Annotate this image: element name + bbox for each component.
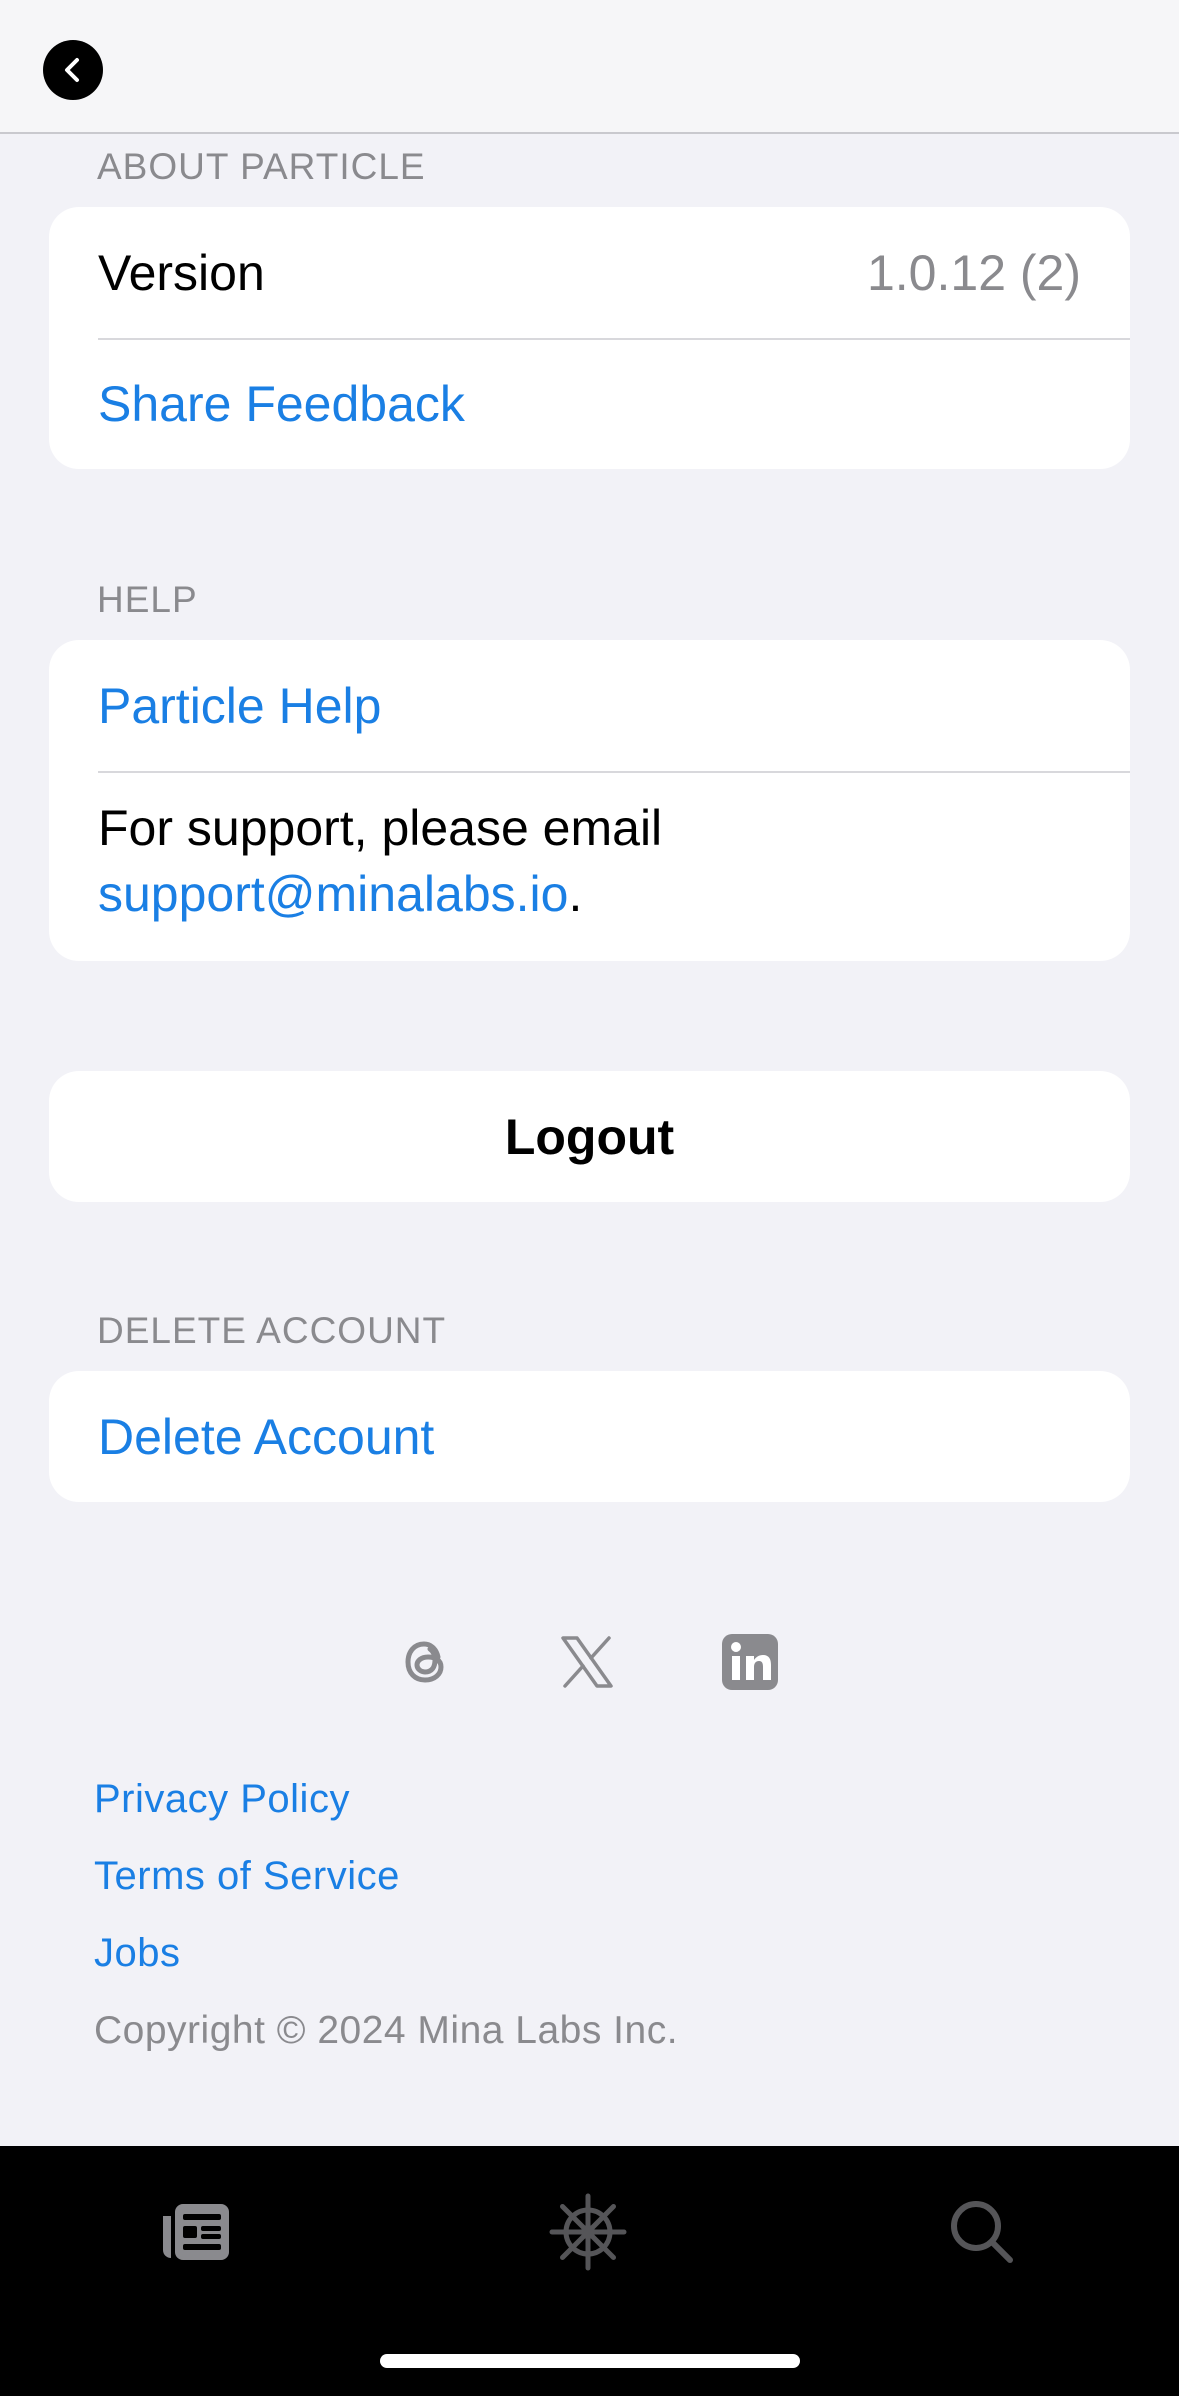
- terms-of-service-link[interactable]: Terms of Service: [94, 1854, 400, 1899]
- support-row: For support, please email support@minala…: [49, 771, 1130, 961]
- privacy-policy-link[interactable]: Privacy Policy: [94, 1777, 350, 1822]
- top-bar: [0, 0, 1179, 134]
- jobs-link[interactable]: Jobs: [94, 1931, 181, 1976]
- support-suffix: .: [568, 866, 583, 922]
- linkedin-icon[interactable]: [718, 1630, 782, 1694]
- particle-help-row[interactable]: Particle Help: [49, 640, 1130, 771]
- logout-button[interactable]: Logout: [49, 1071, 1130, 1202]
- delete-account-link[interactable]: Delete Account: [98, 1408, 434, 1466]
- logout-label: Logout: [504, 1108, 675, 1165]
- delete-card: Delete Account: [49, 1371, 1130, 1502]
- version-row: Version 1.0.12 (2): [49, 207, 1130, 338]
- back-button[interactable]: [43, 40, 103, 100]
- share-feedback-link[interactable]: Share Feedback: [98, 375, 465, 433]
- support-text: For support, please email: [98, 800, 663, 856]
- x-icon[interactable]: [555, 1630, 619, 1694]
- about-section-header: ABOUT PARTICLE: [97, 146, 426, 187]
- particle-help-link[interactable]: Particle Help: [98, 677, 381, 735]
- copyright-text: Copyright © 2024 Mina Labs Inc.: [94, 2009, 679, 2052]
- help-section-header: HELP: [97, 579, 198, 620]
- search-icon[interactable]: [942, 2192, 1022, 2272]
- chevron-left-icon: [65, 58, 79, 82]
- newspaper-icon[interactable]: [155, 2192, 235, 2272]
- ship-wheel-icon[interactable]: [548, 2192, 628, 2272]
- threads-icon[interactable]: [394, 1630, 458, 1694]
- support-email-link[interactable]: support@minalabs.io: [98, 866, 568, 922]
- delete-section-header: DELETE ACCOUNT: [97, 1310, 447, 1351]
- version-label: Version: [98, 244, 265, 301]
- about-card: Version 1.0.12 (2) Share Feedback: [49, 207, 1130, 469]
- delete-account-row[interactable]: Delete Account: [49, 1371, 1130, 1502]
- help-card: Particle Help For support, please email …: [49, 640, 1130, 961]
- social-links: [0, 1630, 1179, 1700]
- share-feedback-row[interactable]: Share Feedback: [49, 338, 1130, 469]
- home-indicator: [380, 2354, 800, 2368]
- version-value: 1.0.12 (2): [866, 244, 1081, 301]
